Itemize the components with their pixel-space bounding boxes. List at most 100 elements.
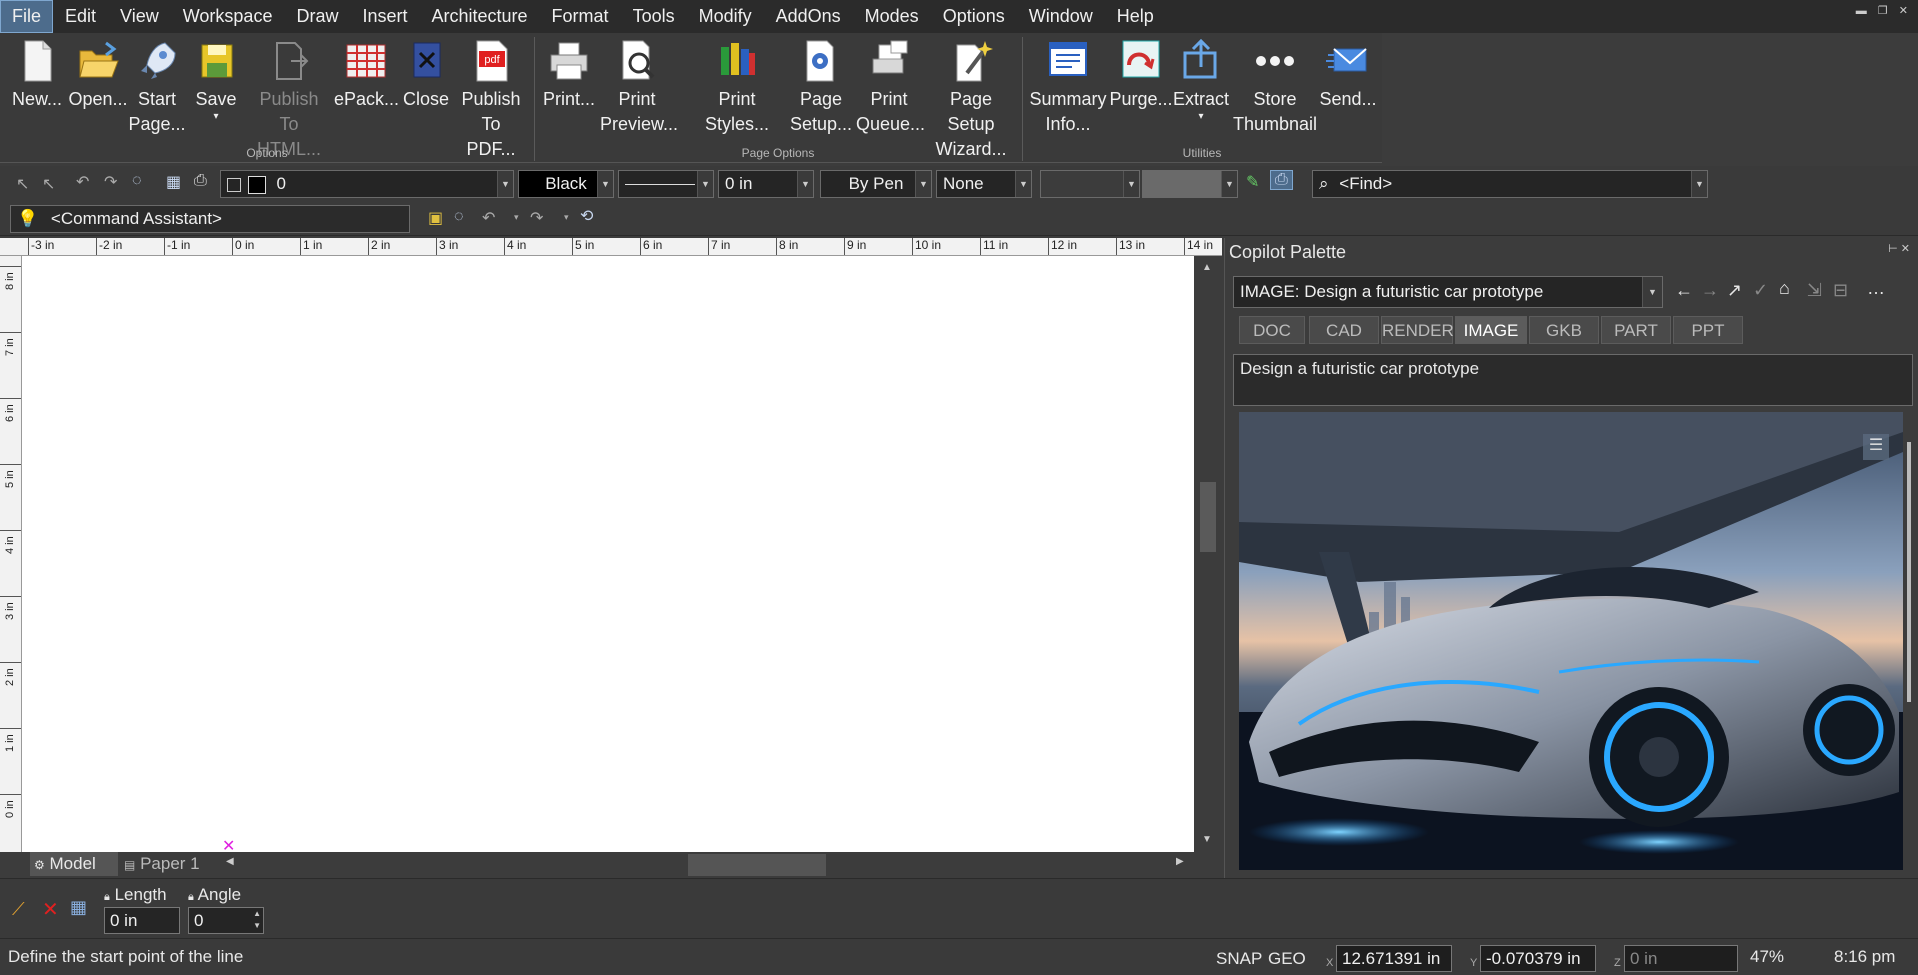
chevron-down-icon[interactable]: ▼ bbox=[1221, 171, 1237, 197]
save-small-icon[interactable]: ▣ bbox=[428, 208, 443, 228]
drawing-canvas[interactable]: ✕ bbox=[22, 256, 1194, 855]
menu-view[interactable]: View bbox=[108, 0, 171, 33]
extract-button[interactable]: Extract ▾ bbox=[1172, 33, 1230, 145]
tab-ppt[interactable]: PPT bbox=[1673, 316, 1743, 344]
attribute-painter-icon[interactable]: ⎙ bbox=[1270, 170, 1293, 190]
chevron-down-icon[interactable]: ▼ bbox=[797, 171, 813, 197]
tab-gkb[interactable]: GKB bbox=[1529, 316, 1599, 344]
redo-dropdown-icon[interactable]: ▾ bbox=[564, 212, 569, 223]
zoom-level[interactable]: 47% bbox=[1750, 947, 1784, 967]
spin-arrows-icon[interactable]: ▲ ▼ bbox=[253, 908, 261, 932]
scroll-up-icon[interactable]: ▲ bbox=[1202, 262, 1212, 273]
chevron-down-icon[interactable]: ▼ bbox=[697, 171, 713, 197]
cancel-icon[interactable]: ✕ bbox=[42, 897, 59, 922]
tab-image[interactable]: IMAGE bbox=[1455, 316, 1527, 344]
save-dropdown-caret[interactable]: ▾ bbox=[190, 112, 242, 122]
chevron-down-icon[interactable]: ▼ bbox=[497, 171, 513, 197]
scroll-left-icon[interactable]: ◀ bbox=[226, 856, 234, 867]
redo-icon[interactable]: ↷ bbox=[104, 172, 117, 192]
print-preview-button[interactable]: Print Preview... bbox=[600, 33, 678, 145]
menu-workspace[interactable]: Workspace bbox=[171, 0, 285, 33]
layer-printer-icon[interactable]: ⎙ bbox=[194, 172, 207, 190]
pen-style-select[interactable]: By Pen ▼ bbox=[820, 170, 932, 198]
color-select[interactable]: Black ▼ bbox=[518, 170, 614, 198]
layout-icon[interactable]: ⊟ bbox=[1833, 280, 1848, 301]
share-icon[interactable]: ↗ bbox=[1727, 280, 1742, 301]
fill-color-select[interactable]: ▼ bbox=[1142, 170, 1238, 198]
line-tool-icon[interactable]: ⟋ bbox=[12, 899, 25, 920]
chevron-down-icon[interactable]: ▼ bbox=[1642, 277, 1662, 307]
lock-icon[interactable]: 🔒︎ bbox=[188, 891, 194, 903]
print-styles-button[interactable]: Print Styles... bbox=[686, 33, 788, 145]
extract-dropdown-caret[interactable]: ▾ bbox=[1172, 112, 1230, 122]
undo-dropdown-icon[interactable]: ▾ bbox=[514, 212, 519, 223]
more-options-icon[interactable]: … bbox=[1867, 278, 1885, 299]
epack-button[interactable]: ePack... bbox=[334, 33, 399, 145]
palette-pin-close-icon[interactable]: ⊢ ✕ bbox=[1888, 242, 1910, 255]
undo-small-icon[interactable]: ↶ bbox=[482, 208, 495, 228]
publish-html-button[interactable]: Publish To HTML... bbox=[246, 33, 332, 159]
geo-toggle[interactable]: GEO bbox=[1268, 949, 1306, 969]
scroll-down-icon[interactable]: ▼ bbox=[1202, 834, 1212, 845]
tab-cad[interactable]: CAD bbox=[1309, 316, 1379, 344]
palette-scrollbar[interactable] bbox=[1905, 412, 1913, 870]
layer-table-icon[interactable]: ▦ bbox=[166, 172, 181, 192]
menu-edit[interactable]: Edit bbox=[53, 0, 108, 33]
line-width-select[interactable]: 0 in ▼ bbox=[718, 170, 814, 198]
select-edit-icon[interactable]: ↖ bbox=[42, 174, 55, 194]
back-arrow-icon[interactable]: ← bbox=[1675, 280, 1693, 301]
prompt-history-select[interactable]: IMAGE: Design a futuristic car prototype… bbox=[1233, 276, 1663, 308]
window-controls[interactable]: ▬ ❐ ✕ bbox=[1856, 4, 1912, 17]
new-button[interactable]: New... bbox=[8, 33, 66, 145]
start-page-button[interactable]: Start Page... bbox=[128, 33, 186, 145]
forward-arrow-icon[interactable]: → bbox=[1701, 280, 1719, 301]
scroll-right-icon[interactable]: ▶ bbox=[1176, 856, 1184, 867]
eyedropper-icon[interactable]: ✎ bbox=[1246, 172, 1259, 192]
fill-select[interactable]: None ▼ bbox=[936, 170, 1032, 198]
find-field[interactable]: ⌕ <Find> ▼ bbox=[1312, 170, 1708, 198]
menu-modes[interactable]: Modes bbox=[853, 0, 931, 33]
summary-info-button[interactable]: Summary Info... bbox=[1028, 33, 1108, 145]
select-arrow-icon[interactable]: ↖ bbox=[16, 174, 29, 194]
menu-modify[interactable]: Modify bbox=[687, 0, 764, 33]
print-queue-button[interactable]: Print Queue... bbox=[856, 33, 925, 145]
tab-doc[interactable]: DOC bbox=[1239, 316, 1305, 344]
send-button[interactable]: Send... bbox=[1318, 33, 1378, 145]
menu-architecture[interactable]: Architecture bbox=[420, 0, 540, 33]
purge-button[interactable]: Purge... bbox=[1108, 33, 1174, 145]
vertical-scroll-thumb[interactable] bbox=[1200, 482, 1216, 552]
publish-pdf-button[interactable]: pdf Publish To PDF... bbox=[456, 33, 526, 159]
check-icon[interactable]: ✓ bbox=[1753, 280, 1768, 301]
menu-tools[interactable]: Tools bbox=[621, 0, 687, 33]
menu-help[interactable]: Help bbox=[1105, 0, 1166, 33]
menu-draw[interactable]: Draw bbox=[284, 0, 350, 33]
open-button[interactable]: Open... bbox=[68, 33, 128, 145]
undo-icon[interactable]: ↶ bbox=[76, 172, 89, 192]
chevron-down-icon[interactable]: ▼ bbox=[1691, 171, 1707, 197]
menu-window[interactable]: Window bbox=[1017, 0, 1105, 33]
chevron-down-icon[interactable]: ▼ bbox=[915, 171, 931, 197]
print-button[interactable]: Print... bbox=[540, 33, 598, 145]
lock-icon[interactable]: 🔒︎ bbox=[104, 891, 110, 903]
insert-icon[interactable]: ⇲ bbox=[1807, 280, 1822, 301]
length-input[interactable]: 0 in bbox=[104, 907, 180, 934]
chevron-down-icon[interactable]: ▼ bbox=[597, 171, 613, 197]
lasso-icon[interactable]: ◌ bbox=[132, 172, 142, 190]
chevron-down-icon[interactable]: ▼ bbox=[1015, 171, 1031, 197]
menu-format[interactable]: Format bbox=[540, 0, 621, 33]
pattern-select[interactable]: ▼ bbox=[1040, 170, 1140, 198]
page-setup-wizard-button[interactable]: Page Setup Wizard... bbox=[924, 33, 1018, 159]
tab-model[interactable]: ⚙ Model bbox=[30, 852, 118, 876]
pick-command-icon[interactable]: ⟲ bbox=[580, 206, 593, 226]
horizontal-scroll-thumb[interactable] bbox=[688, 854, 826, 876]
layer-select[interactable]: 0 ▼ bbox=[220, 170, 514, 198]
store-thumbnail-button[interactable]: Store Thumbnail bbox=[1230, 33, 1320, 145]
line-style-select[interactable]: ▼ bbox=[618, 170, 714, 198]
menu-insert[interactable]: Insert bbox=[350, 0, 419, 33]
command-assistant-field[interactable]: 💡 <Command Assistant> bbox=[10, 205, 410, 233]
chevron-down-icon[interactable]: ▼ bbox=[1123, 171, 1139, 197]
close-button[interactable]: Close bbox=[398, 33, 454, 145]
grid-table-icon[interactable]: ▦ bbox=[70, 897, 87, 918]
vertical-scrollbar[interactable]: ▲ ▼ bbox=[1194, 256, 1222, 852]
menu-options[interactable]: Options bbox=[931, 0, 1017, 33]
